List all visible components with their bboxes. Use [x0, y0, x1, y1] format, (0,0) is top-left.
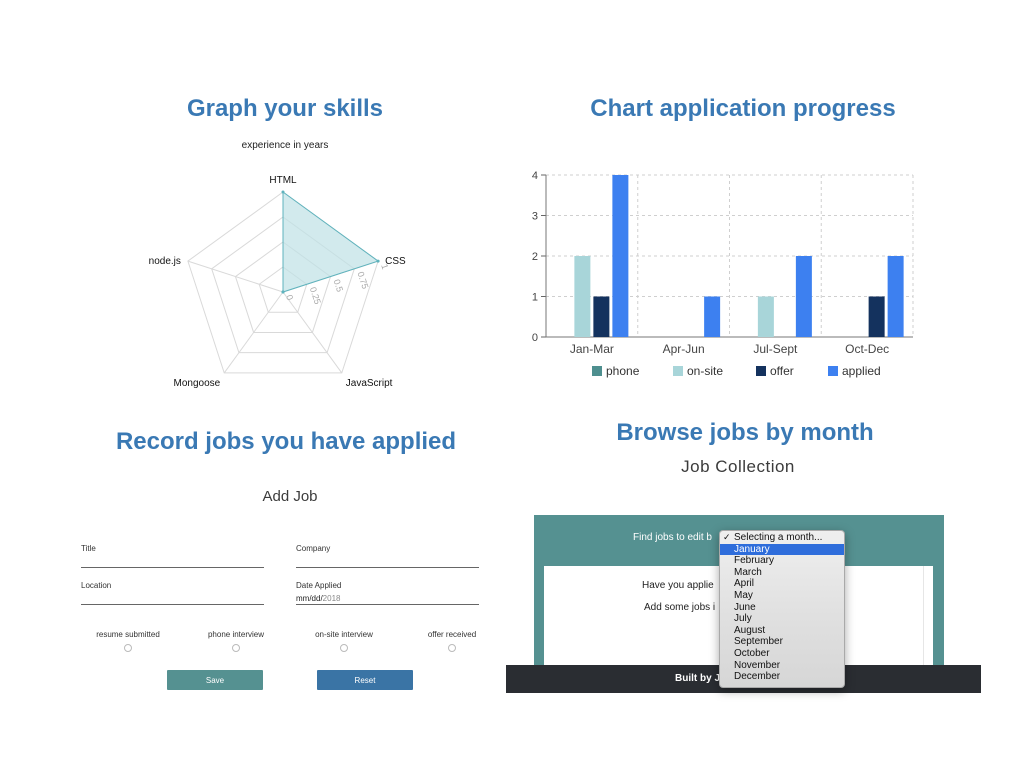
radar-point-css	[376, 259, 380, 263]
radio-label: offer received	[427, 630, 477, 639]
status-radio-offer-received[interactable]: offer received	[397, 630, 507, 657]
radar-tick-label: 0	[284, 294, 295, 302]
legend-swatch-on-site	[673, 366, 683, 376]
checkmark-icon: ✓	[723, 532, 731, 542]
legend-label-phone: phone	[606, 364, 640, 378]
title-field[interactable]: Title	[81, 544, 264, 568]
radar-axis-label-node-js: node.js	[149, 256, 181, 267]
find-jobs-label: Find jobs to edit b	[633, 532, 712, 543]
location-field[interactable]: Location	[81, 581, 264, 605]
date-applied-label: Date Applied	[296, 581, 342, 590]
date-year: 2018	[322, 594, 341, 603]
y-tick-label: 0	[532, 332, 538, 344]
radar-axis-label-mongoose: Mongoose	[174, 378, 221, 389]
month-option-april[interactable]: April	[720, 578, 844, 590]
bar-offer-oct-dec	[868, 296, 885, 337]
job-collection-title: Job Collection	[681, 457, 795, 476]
radio-label: on-site interview	[315, 630, 373, 639]
skills-heading: Graph your skills	[186, 95, 384, 122]
month-option-november[interactable]: November	[720, 660, 844, 672]
radar-tick-label: 0.5	[332, 278, 345, 293]
list-divider	[923, 566, 924, 665]
radar-axis-label-html: HTML	[269, 175, 297, 186]
radar-tick-label: 1	[379, 263, 390, 271]
status-radio-resume-submitted[interactable]: resume submitted	[73, 630, 183, 657]
radio-button[interactable]	[124, 644, 132, 652]
x-tick-label-apr-jun: Apr-Jun	[663, 342, 705, 356]
legend-swatch-applied	[828, 366, 838, 376]
radar-tick-label: 0.25	[308, 286, 323, 306]
bar-on-site-jan-mar	[574, 256, 591, 337]
radio-button[interactable]	[232, 644, 240, 652]
date-placeholder: mm/dd/	[296, 594, 323, 603]
y-tick-label: 1	[532, 292, 538, 304]
browse-heading: Browse jobs by month	[616, 419, 874, 446]
date-applied-value: mm/dd/2018	[296, 594, 340, 603]
month-option-february[interactable]: February	[720, 555, 844, 567]
company-field[interactable]: Company	[296, 544, 479, 568]
legend-swatch-phone	[592, 366, 602, 376]
radar-point-node-js	[281, 290, 285, 294]
bar-offer-jan-mar	[593, 296, 610, 337]
month-option-july[interactable]: July	[720, 613, 844, 625]
bar-applied-jul-sept	[795, 256, 812, 337]
x-tick-label-oct-dec: Oct-Dec	[845, 342, 889, 356]
x-tick-label-jan-mar: Jan-Mar	[570, 342, 614, 356]
x-tick-label-jul-sept: Jul-Sept	[753, 342, 798, 356]
y-tick-label: 3	[532, 211, 538, 223]
month-option-december[interactable]: December	[720, 671, 844, 683]
add-job-title: Add Job	[262, 488, 318, 505]
record-heading: Record jobs you have applied	[115, 428, 457, 455]
company-field-label: Company	[296, 544, 331, 553]
month-option-june[interactable]: June	[720, 602, 844, 614]
month-placeholder-label: Selecting a month...	[734, 532, 823, 543]
status-radio-on-site-interview[interactable]: on-site interview	[289, 630, 399, 657]
month-option-may[interactable]: May	[720, 590, 844, 602]
month-option-october[interactable]: October	[720, 648, 844, 660]
empty-message-line2: Add some jobs i	[644, 602, 716, 613]
location-field-label: Location	[81, 581, 112, 590]
radar-point-html	[281, 190, 285, 194]
month-option-march[interactable]: March	[720, 567, 844, 579]
footer-text: Built by J	[675, 673, 721, 684]
progress-heading: Chart application progress	[590, 95, 896, 122]
radar-axis-label-javascript: JavaScript	[346, 378, 393, 389]
month-select-dropdown[interactable]: ✓ Selecting a month... January February …	[719, 530, 845, 688]
radar-tick-label: 0.75	[355, 270, 370, 290]
bar-applied-jan-mar	[612, 175, 629, 337]
title-field-label: Title	[81, 544, 96, 553]
radar-axis-line	[187, 260, 284, 293]
bar-on-site-jul-sept	[757, 296, 774, 337]
bar-applied-apr-jun	[704, 296, 721, 337]
radio-label: phone interview	[207, 630, 265, 639]
legend-label-offer: offer	[770, 364, 794, 378]
legend-label-applied: applied	[842, 364, 881, 378]
bar-svg: 0 1 2 3 4 Jan-Mar Apr-Jun Jul-Sept Oct-Dec phone o…	[532, 170, 914, 378]
radio-button[interactable]	[448, 644, 456, 652]
progress-bar-chart: 0 1 2 3 4 Jan-Mar Apr-Jun Jul-Sept Oct-Dec phone o…	[520, 165, 920, 395]
y-tick-label: 4	[532, 170, 538, 182]
legend-label-on-site: on-site	[687, 364, 723, 378]
month-option-august[interactable]: August	[720, 625, 844, 637]
skills-radar-chart: experience in years HTML CSS JavaScript Mon…	[130, 135, 440, 390]
status-radio-phone-interview[interactable]: phone interview	[181, 630, 291, 657]
month-option-january[interactable]: January	[720, 543, 844, 556]
y-tick-label: 2	[532, 251, 538, 263]
legend-swatch-offer	[756, 366, 766, 376]
empty-message-line1: Have you applie	[642, 580, 714, 591]
radar-svg: HTMLCSSJavaScriptMongoosenode.js0 0.250.5…	[149, 175, 406, 389]
date-applied-field[interactable]: Date Applied mm/dd/2018	[296, 581, 479, 605]
bar-applied-oct-dec	[887, 256, 904, 337]
radio-button[interactable]	[340, 644, 348, 652]
month-option-placeholder[interactable]: ✓ Selecting a month...	[720, 532, 844, 544]
radio-label: resume submitted	[96, 630, 160, 639]
reset-button[interactable]: Reset	[317, 670, 413, 690]
month-option-september[interactable]: September	[720, 636, 844, 648]
save-button[interactable]: Save	[167, 670, 263, 690]
